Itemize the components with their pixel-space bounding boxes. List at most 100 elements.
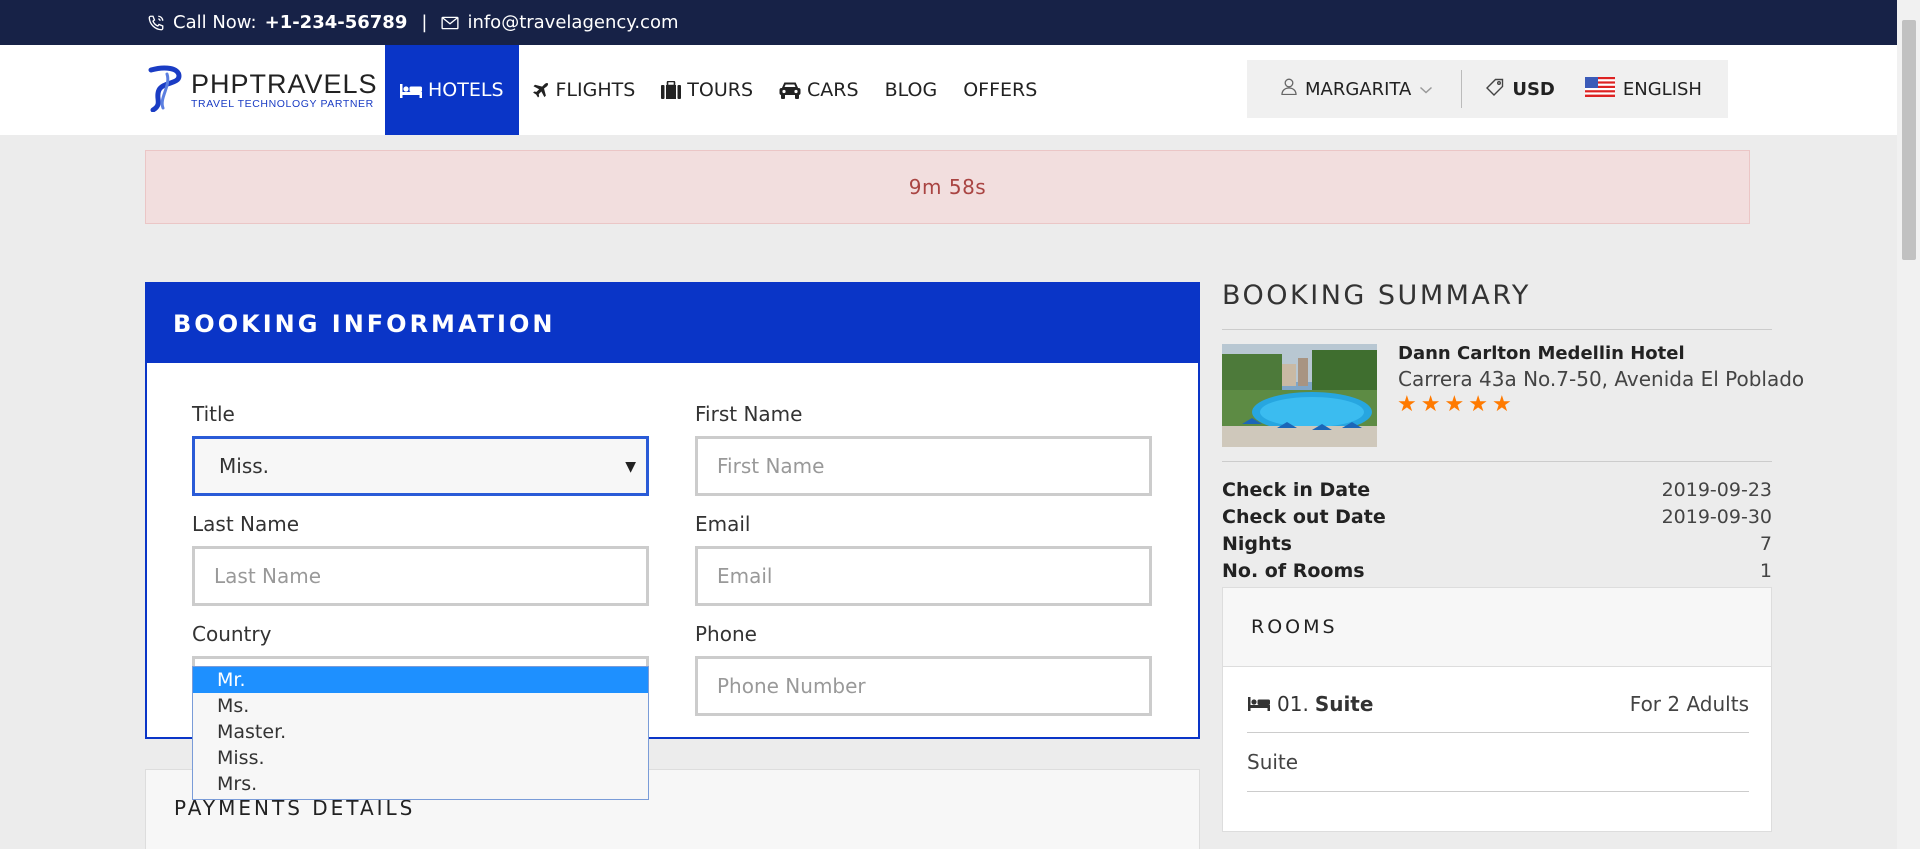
- title-select-value: Miss.: [219, 454, 270, 478]
- rooms-count-row: No. of Rooms 1: [1222, 560, 1772, 582]
- logo-icon: [145, 64, 185, 116]
- phone-label: Phone: [695, 622, 757, 646]
- title-dropdown-list: Mr. Ms. Master. Miss. Mrs.: [192, 666, 649, 800]
- language-selector[interactable]: ENGLISH: [1584, 76, 1702, 102]
- bed-icon: [1247, 692, 1271, 716]
- contact-info: Call Now: +1-234-56789 | info@travelagen…: [147, 0, 679, 45]
- user-panel: MARGARITA USD ENGLISH: [1247, 60, 1728, 118]
- email-label: Email: [695, 512, 751, 536]
- booking-summary-title: BOOKING SUMMARY: [1222, 280, 1531, 311]
- chevron-down-icon: [1419, 79, 1433, 100]
- phone-input[interactable]: Phone Number: [695, 656, 1152, 716]
- divider: [1222, 461, 1772, 462]
- logo[interactable]: PHPTRAVELS TRAVEL TECHNOLOGY PARTNER: [145, 65, 378, 115]
- star-icon: ★: [1397, 392, 1417, 417]
- check-out-row: Check out Date 2019-09-30: [1222, 506, 1772, 528]
- nights-row: Nights 7: [1222, 533, 1772, 555]
- divider: [1247, 791, 1749, 792]
- country-label: Country: [192, 622, 272, 646]
- hotel-address: Carrera 43a No.7-50, Avenida El Poblado: [1398, 367, 1805, 391]
- title-option-master[interactable]: Master.: [193, 719, 648, 745]
- title-option-miss[interactable]: Miss.: [193, 745, 648, 771]
- star-icon: ★: [1444, 392, 1465, 417]
- nav-item-hotels[interactable]: HOTELS: [385, 45, 519, 135]
- nav-item-label: TOURS: [687, 79, 754, 101]
- title-option-mr[interactable]: Mr.: [193, 667, 648, 693]
- star-icon: ★: [1420, 392, 1441, 417]
- logo-title: PHPTRAVELS: [191, 69, 378, 99]
- rooms-title: ROOMS: [1223, 588, 1771, 667]
- divider: [1461, 70, 1463, 108]
- user-name: MARGARITA: [1305, 78, 1412, 100]
- nav-item-offers[interactable]: OFFERS: [950, 45, 1050, 135]
- email-link[interactable]: info@travelagency.com: [467, 12, 678, 33]
- logo-subtitle: TRAVEL TECHNOLOGY PARTNER: [191, 98, 374, 110]
- check-in-value: 2019-09-23: [1661, 479, 1772, 501]
- bed-icon: [400, 82, 422, 98]
- scrollbar-thumb[interactable]: [1902, 20, 1916, 260]
- nav-item-label: HOTELS: [428, 79, 504, 101]
- room-name: Suite: [1314, 692, 1374, 716]
- last-name-placeholder: Last Name: [214, 564, 322, 588]
- last-name-input[interactable]: Last Name: [192, 546, 649, 606]
- rooms-count-label: No. of Rooms: [1222, 560, 1365, 582]
- room-guests: For 2 Adults: [1629, 692, 1749, 716]
- first-name-input[interactable]: First Name: [695, 436, 1152, 496]
- currency-label: USD: [1512, 78, 1555, 100]
- rooms-card: ROOMS 01. Suite For 2 Adults Suite: [1222, 587, 1772, 832]
- nights-label: Nights: [1222, 533, 1292, 555]
- nav-item-flights[interactable]: FLIGHTS: [519, 45, 649, 135]
- nav-item-label: CARS: [807, 79, 859, 101]
- nav-item-blog[interactable]: BLOG: [872, 45, 951, 135]
- first-name-placeholder: First Name: [717, 454, 825, 478]
- timer-text: 9m 58s: [908, 175, 987, 199]
- last-name-label: Last Name: [192, 512, 300, 536]
- nav-item-cars[interactable]: CARS: [766, 45, 872, 135]
- star-icon: ★: [1491, 392, 1512, 417]
- top-bar: Call Now: +1-234-56789 | info@travelagen…: [0, 0, 1920, 45]
- nav-item-tours[interactable]: TOURS: [648, 45, 766, 135]
- page-scrollbar[interactable]: [1897, 0, 1920, 849]
- check-out-label: Check out Date: [1222, 506, 1386, 528]
- check-in-label: Check in Date: [1222, 479, 1371, 501]
- email-input[interactable]: Email: [695, 546, 1152, 606]
- envelope-icon: [441, 16, 459, 30]
- suitcase-icon: [661, 81, 682, 99]
- main-nav: PHPTRAVELS TRAVEL TECHNOLOGY PARTNER HOT…: [0, 45, 1897, 135]
- star-icon: ★: [1468, 392, 1488, 417]
- separator: |: [421, 12, 428, 33]
- nav-menu: HOTELS FLIGHTS TOURS CARS BLOG OFFERS: [385, 45, 1050, 135]
- us-flag-icon: [1584, 76, 1615, 102]
- room-row: 01. Suite For 2 Adults: [1247, 692, 1749, 716]
- hotel-name: Dann Carlton Medellin Hotel: [1398, 343, 1685, 364]
- check-out-value: 2019-09-30: [1661, 506, 1772, 528]
- car-icon: [779, 82, 801, 99]
- plane-icon: [532, 81, 550, 99]
- hotel-rating: ★ ★ ★ ★ ★: [1397, 393, 1512, 417]
- room-number: 01.: [1277, 692, 1309, 716]
- title-select[interactable]: Miss. ▼: [192, 436, 649, 496]
- countdown-timer: 9m 58s: [145, 150, 1750, 224]
- phone-icon: [147, 14, 165, 32]
- currency-selector[interactable]: USD: [1486, 78, 1555, 101]
- phone-number[interactable]: +1-234-56789: [265, 12, 408, 33]
- call-now-label: Call Now:: [173, 12, 257, 33]
- rooms-count-value: 1: [1759, 560, 1772, 582]
- hotel-image: [1222, 344, 1377, 447]
- email-placeholder: Email: [717, 564, 773, 588]
- tag-icon: [1486, 78, 1504, 101]
- first-name-label: First Name: [695, 402, 803, 426]
- booking-information-header: BOOKING INFORMATION: [147, 284, 1198, 363]
- check-in-row: Check in Date 2019-09-23: [1222, 479, 1772, 501]
- title-label: Title: [192, 402, 235, 426]
- caret-down-icon: ▼: [625, 459, 636, 475]
- user-icon: [1281, 78, 1297, 100]
- nav-item-label: BLOG: [884, 79, 938, 101]
- divider: [1247, 732, 1749, 733]
- language-label: ENGLISH: [1622, 78, 1702, 100]
- nav-item-label: OFFERS: [963, 79, 1038, 101]
- room-description: Suite: [1247, 750, 1299, 774]
- user-menu[interactable]: MARGARITA: [1281, 78, 1433, 100]
- title-option-ms[interactable]: Ms.: [193, 693, 648, 719]
- title-option-mrs[interactable]: Mrs.: [193, 771, 648, 797]
